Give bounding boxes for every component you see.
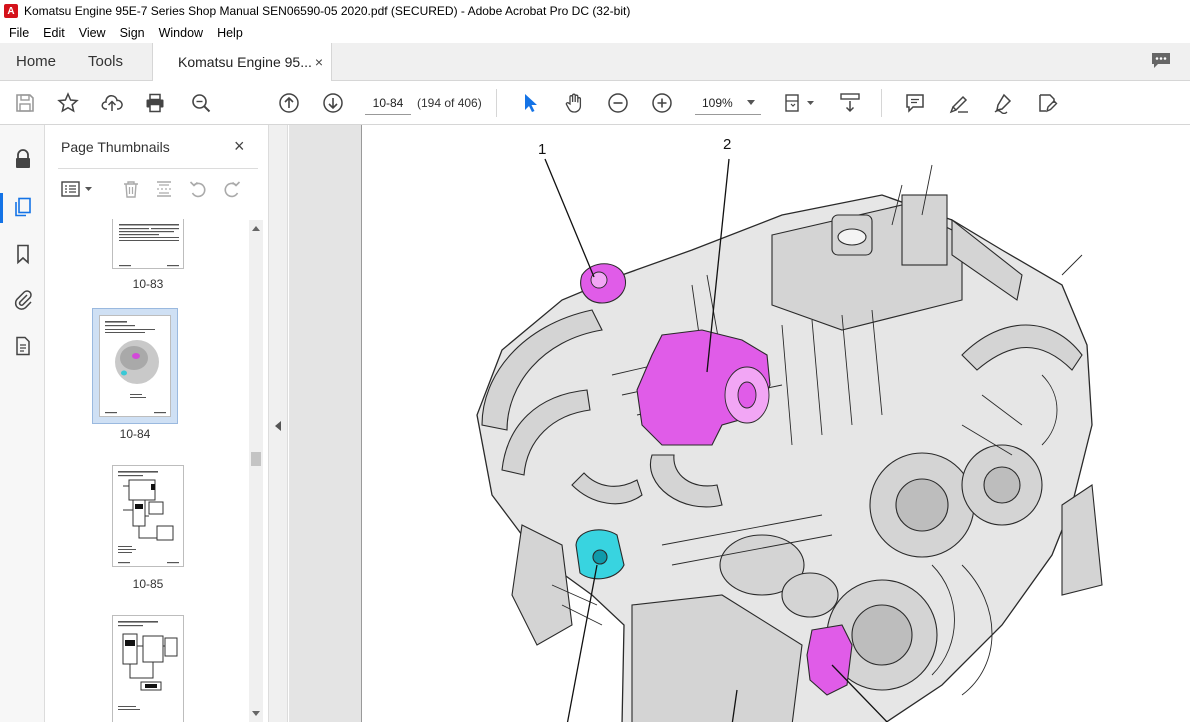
zoom-out-icon[interactable] xyxy=(606,91,630,115)
zoom-in-icon[interactable] xyxy=(650,91,674,115)
thumbnail-page-10-84[interactable] xyxy=(99,315,171,417)
page-thumbnails-panel: Page Thumbnails × 10-83 10-84 10-85 xyxy=(46,125,268,722)
window-title: Komatsu Engine 95E-7 Series Shop Manual … xyxy=(24,4,631,18)
document-page: 1 2 xyxy=(361,125,1190,722)
thumbnail-options-icon[interactable] xyxy=(60,177,98,201)
print-icon[interactable] xyxy=(143,91,167,115)
menu-sign[interactable]: Sign xyxy=(113,26,152,40)
bookmarks-icon[interactable] xyxy=(11,242,35,266)
scroll-up-arrow-icon[interactable] xyxy=(252,226,260,231)
bookmark-star-icon[interactable] xyxy=(56,91,80,115)
tab-document[interactable]: Komatsu Engine 95... × xyxy=(152,43,332,81)
left-navigation-rail xyxy=(0,125,45,722)
rotate-counterclockwise-icon[interactable] xyxy=(187,177,209,201)
collapse-panel-arrow-icon[interactable] xyxy=(275,421,281,431)
menu-view[interactable]: View xyxy=(72,26,113,40)
hand-tool-icon[interactable] xyxy=(562,91,586,115)
previous-page-icon[interactable] xyxy=(277,91,301,115)
panel-close-button[interactable]: × xyxy=(234,136,245,157)
document-viewport[interactable]: 1 2 xyxy=(289,125,1190,722)
zoom-search-icon[interactable] xyxy=(189,91,213,115)
thumbnail-label: 10-84 xyxy=(119,427,151,441)
menu-file[interactable]: File xyxy=(2,26,36,40)
save-icon[interactable] xyxy=(13,91,37,115)
zoom-level-select[interactable]: 109% xyxy=(695,91,761,115)
extract-page-icon[interactable] xyxy=(153,177,175,201)
toolbar-divider xyxy=(496,89,497,117)
rotate-clockwise-icon[interactable] xyxy=(221,177,243,201)
page-fit-icon[interactable] xyxy=(783,91,817,115)
thumbnail-page-10-85[interactable] xyxy=(112,465,184,567)
document-properties-icon[interactable] xyxy=(11,334,35,358)
scroll-down-arrow-icon[interactable] xyxy=(252,711,260,716)
callout-number: 1 xyxy=(538,141,547,158)
upload-cloud-icon[interactable] xyxy=(100,91,124,115)
sign-pen-icon[interactable] xyxy=(991,91,1015,115)
panel-title: Page Thumbnails xyxy=(61,139,170,155)
panel-divider xyxy=(58,168,258,169)
acrobat-logo-icon: A xyxy=(4,4,18,18)
attachments-paperclip-icon[interactable] xyxy=(11,287,35,311)
menu-edit[interactable]: Edit xyxy=(36,26,72,40)
scroll-mode-icon[interactable] xyxy=(838,91,862,115)
chevron-down-icon xyxy=(747,100,755,105)
select-cursor-icon[interactable] xyxy=(518,91,542,115)
comment-icon[interactable] xyxy=(903,91,927,115)
highlight-pen-icon[interactable] xyxy=(947,91,971,115)
toolbar-divider xyxy=(881,89,882,117)
page-number-input[interactable]: 10-84 xyxy=(365,91,411,115)
next-page-icon[interactable] xyxy=(321,91,345,115)
menu-window[interactable]: Window xyxy=(152,26,210,40)
menu-help[interactable]: Help xyxy=(210,26,250,40)
tab-tools[interactable]: Tools xyxy=(88,43,123,80)
thumbnail-label: 10-85 xyxy=(132,577,164,591)
page-thumbnails-icon[interactable] xyxy=(11,195,35,219)
lock-icon[interactable] xyxy=(11,147,35,171)
thumbnail-scrollbar[interactable] xyxy=(249,220,263,722)
scrollbar-thumb[interactable] xyxy=(251,452,261,466)
main-toolbar: 10-84 (194 of 406) 109% xyxy=(0,81,1190,125)
menu-bar: File Edit View Sign Window Help xyxy=(0,22,1190,43)
edit-document-icon[interactable] xyxy=(1035,91,1059,115)
panel-splitter[interactable] xyxy=(268,125,288,722)
comment-chat-icon[interactable] xyxy=(1150,52,1172,70)
title-bar: A Komatsu Engine 95E-7 Series Shop Manua… xyxy=(0,0,1190,22)
rail-active-indicator xyxy=(0,193,3,223)
callout-number: 2 xyxy=(723,136,732,153)
tab-close-button[interactable]: × xyxy=(315,54,323,70)
thumbnail-label: 10-83 xyxy=(132,277,164,291)
page-count: (194 of 406) xyxy=(417,96,482,110)
tab-document-label: Komatsu Engine 95... xyxy=(178,54,312,70)
tab-home[interactable]: Home xyxy=(16,43,56,80)
tab-bar: Home Tools Komatsu Engine 95... × xyxy=(0,43,1190,81)
zoom-level-value: 109% xyxy=(702,95,733,110)
engine-illustration xyxy=(476,158,1103,722)
delete-page-icon[interactable] xyxy=(120,177,142,201)
thumbnail-page-10-86[interactable] xyxy=(112,615,184,722)
